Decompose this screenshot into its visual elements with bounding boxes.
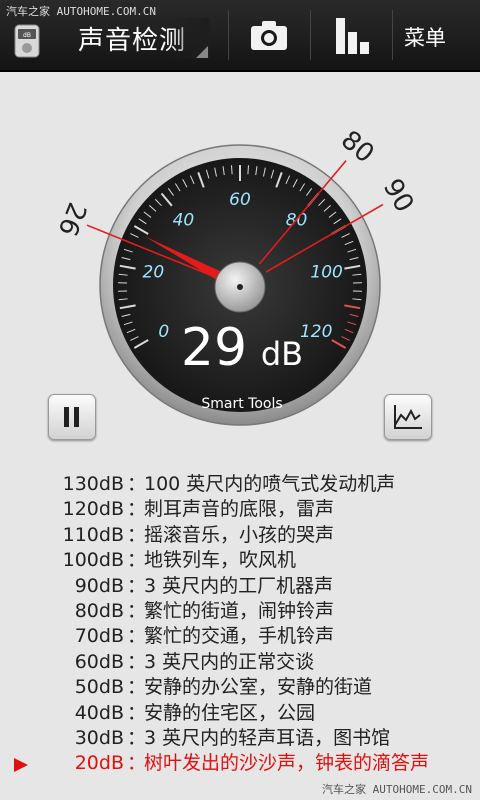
reference-db: 30dB xyxy=(74,726,124,749)
reference-row: 40dB：安静的住宅区，公园 xyxy=(0,701,480,726)
reference-description: 树叶发出的沙沙声，钟表的滴答声 xyxy=(144,752,430,775)
gauge-tick xyxy=(247,165,250,175)
toolbar-divider xyxy=(310,10,311,60)
reference-row: 130dB： 100 英尺内的喷气式发动机声 xyxy=(0,472,480,497)
reference-db: 50dB xyxy=(74,676,124,699)
svg-text:dB: dB xyxy=(23,32,31,39)
camera-icon[interactable] xyxy=(246,14,292,58)
reference-description: 繁忙的交通，手机铃声 xyxy=(144,625,335,648)
reference-description: 摇滚音乐，小孩的哭声 xyxy=(144,523,335,546)
reference-db: 120dB xyxy=(62,498,124,521)
decibel-reference-list: 130dB： 100 英尺内的喷气式发动机声 120dB：刺耳声音的底限，雷声 110… xyxy=(0,472,480,777)
reference-db: 70dB xyxy=(74,625,124,648)
sound-meter-app-icon[interactable]: dB xyxy=(14,24,40,58)
reference-row: 50dB：安静的办公室，安静的街道 xyxy=(0,675,480,700)
gauge-tick xyxy=(230,165,233,175)
gauge-tick-label: 120 xyxy=(300,322,332,342)
reference-description: 安静的办公室，安静的街道 xyxy=(144,676,373,699)
current-level-marker-icon xyxy=(14,758,28,773)
reference-description: 安静的住宅区，公园 xyxy=(144,701,316,724)
reference-row: 100dB：地铁列车，吹风机 xyxy=(0,548,480,573)
reference-description: 刺耳声音的底限，雷声 xyxy=(144,498,335,521)
reference-db: 60dB xyxy=(74,650,124,673)
watermark-bottom: 汽车之家 AUTOHOME.COM.CN xyxy=(322,783,472,796)
gauge-hub-pin xyxy=(237,284,243,290)
reference-db: 110dB xyxy=(62,523,124,546)
menu-button[interactable]: 菜单 xyxy=(404,22,446,52)
gauge-reading-unit: dB xyxy=(261,335,303,373)
reference-db: 90dB xyxy=(74,574,124,597)
gauge-tick-label: 20 xyxy=(143,263,165,283)
reference-db: 80dB xyxy=(74,599,124,622)
reference-description: 繁忙的街道，闹钟铃声 xyxy=(144,599,335,622)
gauge-tick-label: 60 xyxy=(229,190,251,210)
gauge-brand: Smart Tools xyxy=(201,396,282,412)
dropdown-triangle-icon[interactable] xyxy=(196,46,208,58)
reference-row: 60dB： 3 英尺内的正常交谈 xyxy=(0,650,480,675)
reference-db: 130dB xyxy=(62,473,124,495)
reference-db: 40dB xyxy=(74,701,124,724)
reference-row: 70dB：繁忙的交通，手机铃声 xyxy=(0,624,480,649)
gauge-tick-label: 0 xyxy=(158,322,169,342)
marker-label-max: 90 xyxy=(377,174,420,218)
reference-description: 100 英尺内的喷气式发动机声 xyxy=(144,473,396,495)
marker-label-min: 26 xyxy=(52,198,92,240)
reference-description: 3 英尺内的工厂机器声 xyxy=(144,574,334,597)
pause-button[interactable] xyxy=(48,394,96,440)
toolbar-divider xyxy=(228,10,229,60)
gauge-tick-label: 100 xyxy=(310,263,342,283)
reference-row: 120dB：刺耳声音的底限，雷声 xyxy=(0,497,480,522)
reference-db: 100dB xyxy=(62,549,124,572)
reference-row: 20dB：树叶发出的沙沙声，钟表的滴答声 xyxy=(0,751,480,776)
gauge-tick-label: 40 xyxy=(173,211,195,231)
line-graph-icon xyxy=(394,405,422,429)
reference-db: 20dB xyxy=(74,752,124,775)
toolbar-divider xyxy=(392,10,393,60)
reference-description: 3 英尺内的轻声耳语，图书馆 xyxy=(144,726,391,749)
watermark-top: 汽车之家 AUTOHOME.COM.CN xyxy=(6,5,156,18)
app-toolbar: 汽车之家 AUTOHOME.COM.CN dB 声音检测 菜单 xyxy=(0,0,480,72)
reference-row: 110dB：摇滚音乐，小孩的哭声 xyxy=(0,523,480,548)
gauge-reading-value: 29 xyxy=(181,318,247,378)
reference-description: 地铁列车，吹风机 xyxy=(144,549,297,572)
reference-row: 80dB：繁忙的街道，闹钟铃声 xyxy=(0,599,480,624)
bar-chart-icon[interactable] xyxy=(328,14,374,58)
graph-button[interactable] xyxy=(384,394,432,440)
reference-row: 30dB： 3 英尺内的轻声耳语，图书馆 xyxy=(0,726,480,751)
reference-description: 3 英尺内的正常交谈 xyxy=(144,650,315,673)
marker-label-extra: 80 xyxy=(335,125,380,169)
reference-row: 90dB： 3 英尺内的工厂机器声 xyxy=(0,574,480,599)
